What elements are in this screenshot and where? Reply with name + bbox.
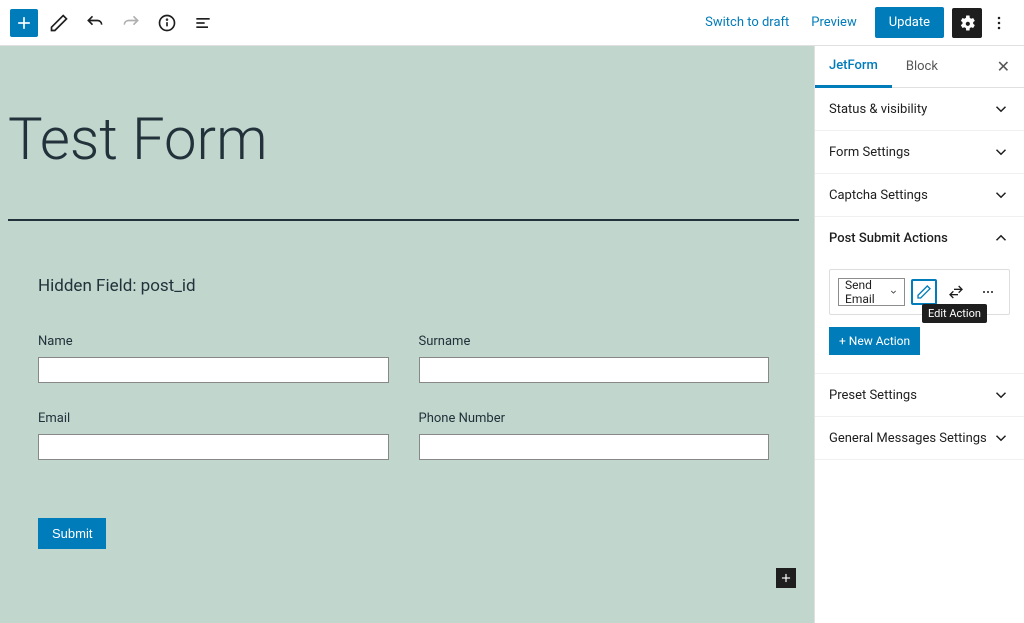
panel-label: Status & visibility [829,102,927,117]
edit-action-button[interactable] [911,279,937,305]
panel-status-visibility[interactable]: Status & visibility [815,88,1024,131]
redo-button[interactable] [116,8,146,38]
action-row: Send Email Edit Action [829,269,1010,315]
submit-button[interactable]: Submit [38,518,106,549]
panel-label: General Messages Settings [829,431,987,446]
panel-captcha-settings[interactable]: Captcha Settings [815,174,1024,217]
panel-label: Preset Settings [829,388,917,403]
email-label: Email [38,411,389,426]
name-label: Name [38,334,389,349]
settings-button[interactable] [952,8,982,38]
toolbar-left [10,8,218,38]
toolbar-right: Switch to draft Preview Update [695,7,1014,38]
conditions-button[interactable] [943,279,969,305]
panel-label: Captcha Settings [829,188,928,203]
surname-input[interactable] [419,357,770,383]
form-col: Name [38,334,389,383]
panel-label: Post Submit Actions [829,231,948,246]
page-title[interactable]: Test Form [8,106,799,174]
panel-preset-settings[interactable]: Preset Settings [815,374,1024,417]
add-block-button[interactable] [10,9,38,37]
chevron-down-icon [992,386,1010,404]
surname-label: Surname [419,334,770,349]
settings-sidebar: JetForm Block ✕ Status & visibility Form… [814,46,1024,623]
phone-input[interactable] [419,434,770,460]
form-area: Hidden Field: post_id Name Surname Email [8,276,799,549]
update-button[interactable]: Update [875,7,944,38]
panel-label: Form Settings [829,145,910,160]
tab-block[interactable]: Block [892,47,952,86]
name-input[interactable] [38,357,389,383]
preview-button[interactable]: Preview [801,9,866,36]
form-col: Email [38,411,389,460]
new-action-button[interactable]: + New Action [829,327,920,355]
panel-post-submit-actions[interactable]: Post Submit Actions [815,217,1024,259]
panel-general-messages[interactable]: General Messages Settings [815,417,1024,460]
add-block-inline-button[interactable] [776,568,796,588]
chevron-down-icon [992,429,1010,447]
chevron-up-icon [992,229,1010,247]
edit-icon[interactable] [44,8,74,38]
form-row: Name Surname [38,334,769,383]
outline-icon[interactable] [188,8,218,38]
form-col: Phone Number [419,411,770,460]
post-submit-actions-body: Send Email Edit Action + New Action [815,259,1024,374]
chevron-down-icon [992,100,1010,118]
form-row: Email Phone Number [38,411,769,460]
more-options-button[interactable] [984,8,1014,38]
email-input[interactable] [38,434,389,460]
close-sidebar-button[interactable]: ✕ [997,57,1024,76]
switch-to-draft-button[interactable]: Switch to draft [695,9,799,36]
chevron-down-icon [992,186,1010,204]
action-type-select[interactable]: Send Email [838,278,905,306]
select-value: Send Email [845,278,889,306]
tab-jetform[interactable]: JetForm [815,46,892,88]
info-icon[interactable] [152,8,182,38]
action-more-button[interactable] [975,279,1001,305]
top-toolbar: Switch to draft Preview Update [0,0,1024,46]
sidebar-tabs: JetForm Block ✕ [815,46,1024,88]
phone-label: Phone Number [419,411,770,426]
form-col: Surname [419,334,770,383]
undo-button[interactable] [80,8,110,38]
panel-form-settings[interactable]: Form Settings [815,131,1024,174]
chevron-down-icon [889,286,898,298]
edit-action-tooltip: Edit Action [922,304,987,323]
hidden-field-label[interactable]: Hidden Field: post_id [38,276,769,296]
chevron-down-icon [992,143,1010,161]
divider [8,219,799,221]
editor-canvas: Test Form Hidden Field: post_id Name Sur… [0,46,814,623]
